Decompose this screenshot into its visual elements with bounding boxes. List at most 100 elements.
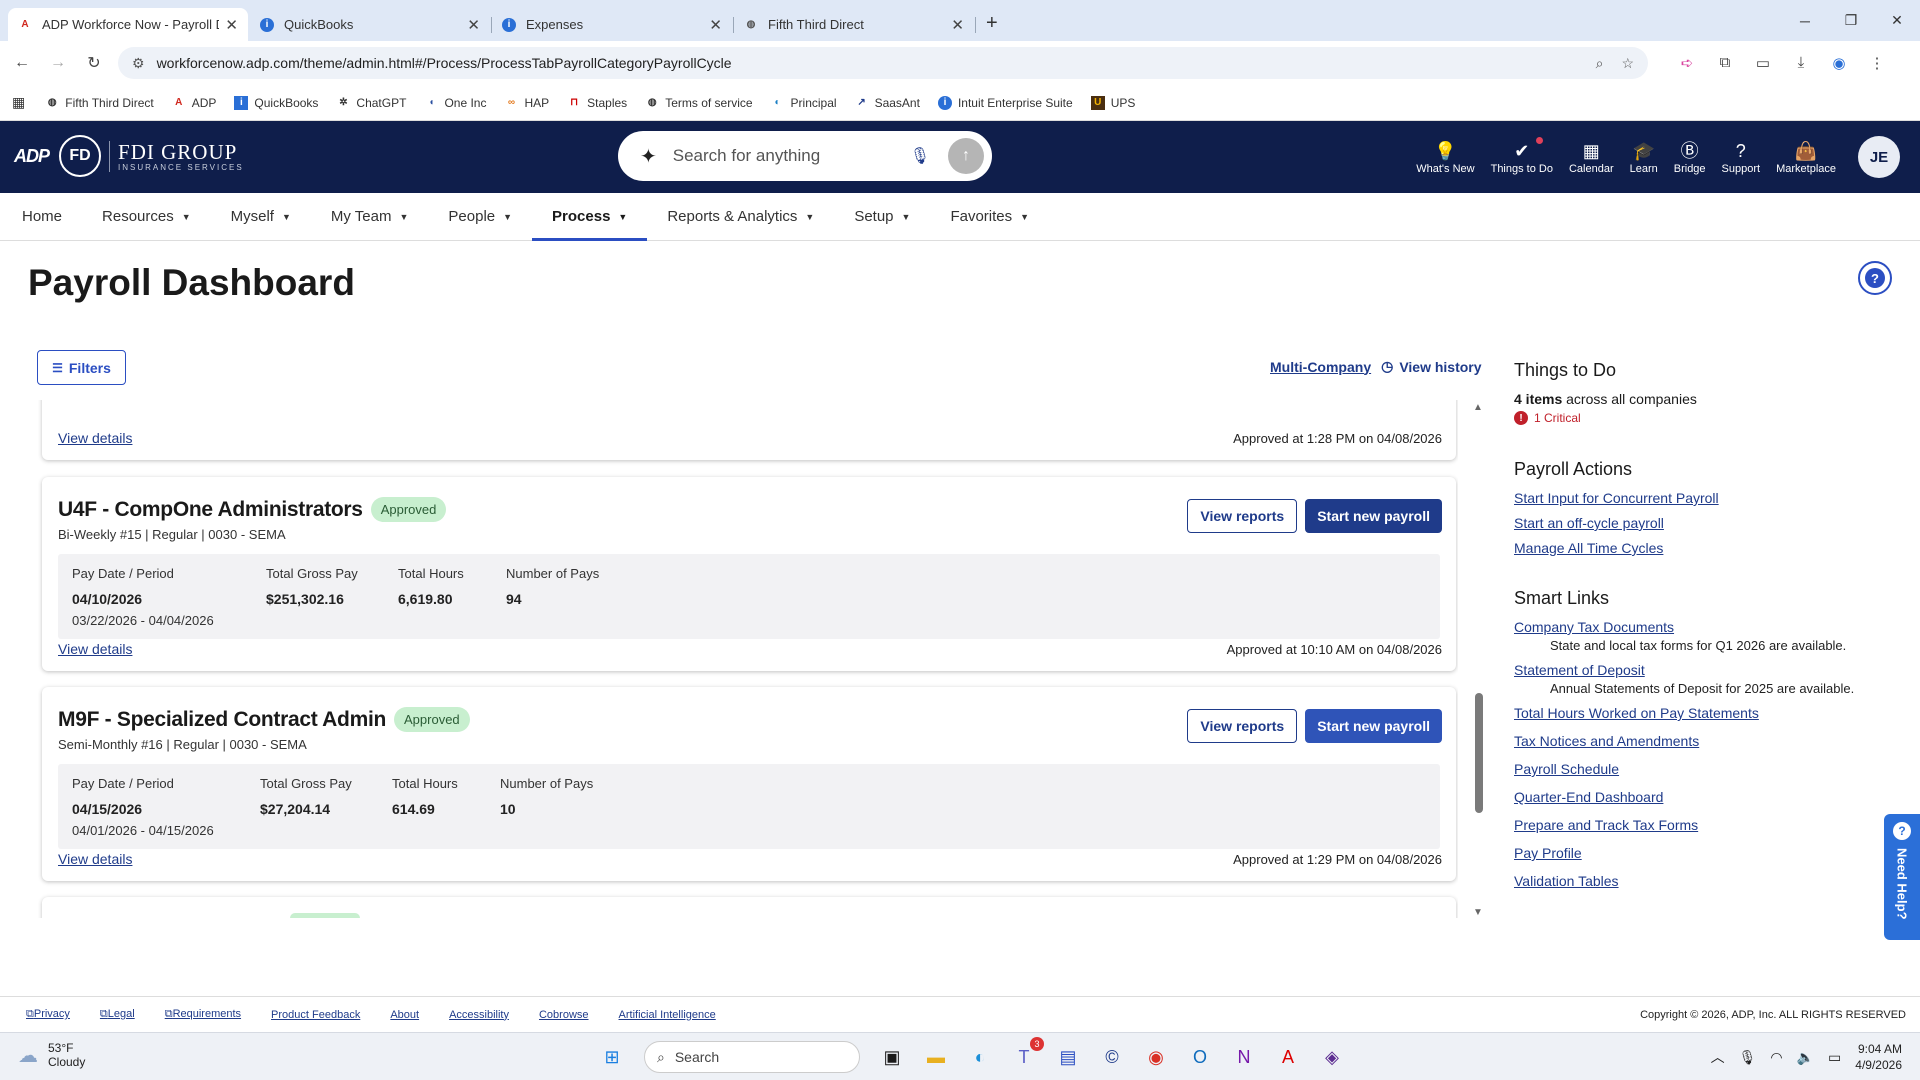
nav-home[interactable]: Home	[22, 193, 62, 241]
footer-link-ai[interactable]: Artificial Intelligence	[619, 1009, 716, 1021]
app-icon[interactable]: ◈	[1314, 1039, 1350, 1075]
app-icon[interactable]: ©	[1094, 1039, 1130, 1075]
footer-link-accessibility[interactable]: Accessibility	[449, 1009, 509, 1021]
minimize-icon[interactable]: ─	[1782, 0, 1828, 41]
footer-link-privacy[interactable]: ⧉Privacy	[26, 1008, 70, 1021]
smart-link[interactable]: Prepare and Track Tax Forms	[1514, 817, 1904, 833]
view-history-link[interactable]: ◷ View history	[1381, 358, 1481, 375]
back-icon[interactable]: ←	[8, 54, 36, 72]
bookmark-item[interactable]: ∞ HAP	[504, 96, 549, 110]
task-view-icon[interactable]: ▣	[874, 1039, 910, 1075]
url-text[interactable]: workforcenow.adp.com/theme/admin.html#/P…	[157, 55, 1578, 71]
search-input[interactable]: Search for anything	[673, 146, 910, 166]
nav-process[interactable]: Process ▼	[531, 193, 648, 241]
smart-link[interactable]: Validation Tables	[1514, 873, 1904, 889]
action-link[interactable]: Manage All Time Cycles	[1514, 540, 1904, 556]
submit-search-button[interactable]: ↑	[948, 138, 984, 174]
browser-tab-adp[interactable]: A ADP Workforce Now - Payroll D ✕	[8, 8, 248, 41]
outlook-icon[interactable]: O	[1182, 1039, 1218, 1075]
battery-icon[interactable]: ▭	[1828, 1049, 1841, 1066]
nav-my-team[interactable]: My Team ▼	[331, 193, 409, 241]
scroll-up-icon[interactable]: ▲	[1473, 402, 1483, 413]
bookmark-item[interactable]: i Intuit Enterprise Suite	[937, 95, 1073, 110]
view-reports-button[interactable]: View reports	[1187, 499, 1298, 533]
smart-link[interactable]: Quarter-End Dashboard	[1514, 789, 1904, 805]
wifi-icon[interactable]: ◠	[1770, 1049, 1782, 1066]
critical-count[interactable]: ! 1 Critical	[1514, 411, 1904, 425]
download-icon[interactable]: ⤓	[1782, 54, 1820, 72]
bookmark-item[interactable]: ◍ Terms of service	[645, 96, 753, 110]
need-help-tab[interactable]: ? Need Help?	[1884, 814, 1920, 940]
support-button[interactable]: ? Support	[1722, 139, 1761, 175]
bookmark-item[interactable]: ✲ ChatGPT	[336, 96, 406, 110]
nav-setup[interactable]: Setup ▼	[854, 193, 910, 241]
marketplace-button[interactable]: 👜 Marketplace	[1776, 139, 1836, 175]
action-link[interactable]: Start an off-cycle payroll	[1514, 515, 1904, 531]
bookmark-item[interactable]: ◖ One Inc	[424, 96, 486, 110]
nav-myself[interactable]: Myself ▼	[231, 193, 291, 241]
learn-button[interactable]: 🎓 Learn	[1630, 139, 1658, 175]
list-scrollbar[interactable]: ▲ ▼	[1472, 400, 1486, 918]
action-link[interactable]: Start Input for Concurrent Payroll	[1514, 490, 1904, 506]
browser-tab-expenses[interactable]: i Expenses ✕	[492, 8, 734, 41]
new-tab-button[interactable]: +	[976, 12, 1008, 41]
restore-icon[interactable]: ❐	[1828, 0, 1874, 41]
edge-icon[interactable]: ◐	[962, 1039, 998, 1075]
forward-icon[interactable]: →	[44, 54, 72, 72]
bookmark-item[interactable]: A ADP	[172, 96, 216, 110]
browser-tab-quickbooks[interactable]: i QuickBooks ✕	[250, 8, 492, 41]
bookmark-item[interactable]: i QuickBooks	[234, 95, 318, 110]
bookmark-item[interactable]: ◐ Principal	[771, 96, 837, 110]
extension-icon[interactable]: ➪	[1668, 54, 1706, 72]
weather-widget[interactable]: ☁ 53°F Cloudy	[18, 1041, 85, 1069]
nav-reports-analytics[interactable]: Reports & Analytics ▼	[667, 193, 814, 241]
start-new-payroll-button[interactable]: Start new payroll	[1305, 499, 1442, 533]
smart-link[interactable]: Tax Notices and Amendments	[1514, 733, 1904, 749]
url-field[interactable]: ⚙ workforcenow.adp.com/theme/admin.html#…	[118, 47, 1648, 79]
things-to-do-button[interactable]: ✔ Things to Do	[1491, 137, 1553, 175]
filters-button[interactable]: ☰ Filters	[37, 350, 126, 385]
zoom-icon[interactable]: ⌕	[1596, 55, 1604, 72]
profile-icon[interactable]: ◉	[1820, 54, 1858, 72]
view-details-link[interactable]: View details	[58, 641, 132, 657]
smart-link[interactable]: Pay Profile	[1514, 845, 1904, 861]
footer-link-about[interactable]: About	[390, 1009, 419, 1021]
microphone-icon[interactable]: 🎙	[1739, 1049, 1757, 1066]
close-tab-icon[interactable]: ✕	[225, 16, 238, 34]
bookmark-item[interactable]: ◍ Fifth Third Direct	[45, 96, 154, 110]
page-help-button[interactable]: ?	[1858, 261, 1892, 295]
global-search[interactable]: ✦ Search for anything 🎙 ↑	[618, 131, 992, 181]
calendar-button[interactable]: ▦ Calendar	[1569, 139, 1614, 175]
reload-icon[interactable]: ↻	[80, 53, 108, 73]
browser-tab-fifth-third[interactable]: ◍ Fifth Third Direct ✕	[734, 8, 976, 41]
bookmark-item[interactable]: U UPS	[1090, 95, 1135, 110]
windows-start-icon[interactable]: ⊞	[594, 1039, 630, 1075]
multi-company-link[interactable]: Multi-Company	[1270, 359, 1371, 375]
things-to-do-count[interactable]: 4 items across all companies	[1514, 391, 1904, 407]
onenote-icon[interactable]: N	[1226, 1039, 1262, 1075]
footer-link-legal[interactable]: ⧉Legal	[100, 1008, 135, 1021]
user-avatar[interactable]: JE	[1858, 136, 1900, 178]
cast-icon[interactable]: ▭	[1744, 54, 1782, 72]
view-details-link[interactable]: View details	[58, 851, 132, 867]
acrobat-icon[interactable]: A	[1270, 1039, 1306, 1075]
close-tab-icon[interactable]: ✕	[951, 16, 964, 34]
close-window-icon[interactable]: ✕	[1874, 0, 1920, 41]
clock[interactable]: 9:04 AM 4/9/2026	[1855, 1041, 1902, 1073]
kebab-menu-icon[interactable]: ⋮	[1858, 54, 1896, 72]
bookmark-item[interactable]: ↗ SaasAnt	[855, 96, 920, 110]
whats-new-button[interactable]: 💡 What's New	[1416, 139, 1474, 175]
company-logo[interactable]: ADP FD FDI GROUP INSURANCE SERVICES	[14, 135, 244, 177]
scroll-down-icon[interactable]: ▼	[1473, 907, 1483, 918]
nav-resources[interactable]: Resources ▼	[102, 193, 191, 241]
chrome-icon[interactable]: ◉	[1138, 1039, 1174, 1075]
teams-icon[interactable]: T3	[1006, 1037, 1044, 1075]
smart-link[interactable]: Company Tax Documents	[1514, 619, 1904, 635]
app-icon[interactable]: ▤	[1050, 1039, 1086, 1075]
file-explorer-icon[interactable]: ▬	[918, 1039, 954, 1075]
bookmark-star-icon[interactable]: ☆	[1621, 55, 1634, 72]
smart-link[interactable]: Total Hours Worked on Pay Statements	[1514, 705, 1904, 721]
smart-link[interactable]: Statement of Deposit	[1514, 662, 1904, 678]
close-tab-icon[interactable]: ✕	[467, 16, 480, 34]
smart-link[interactable]: Payroll Schedule	[1514, 761, 1904, 777]
